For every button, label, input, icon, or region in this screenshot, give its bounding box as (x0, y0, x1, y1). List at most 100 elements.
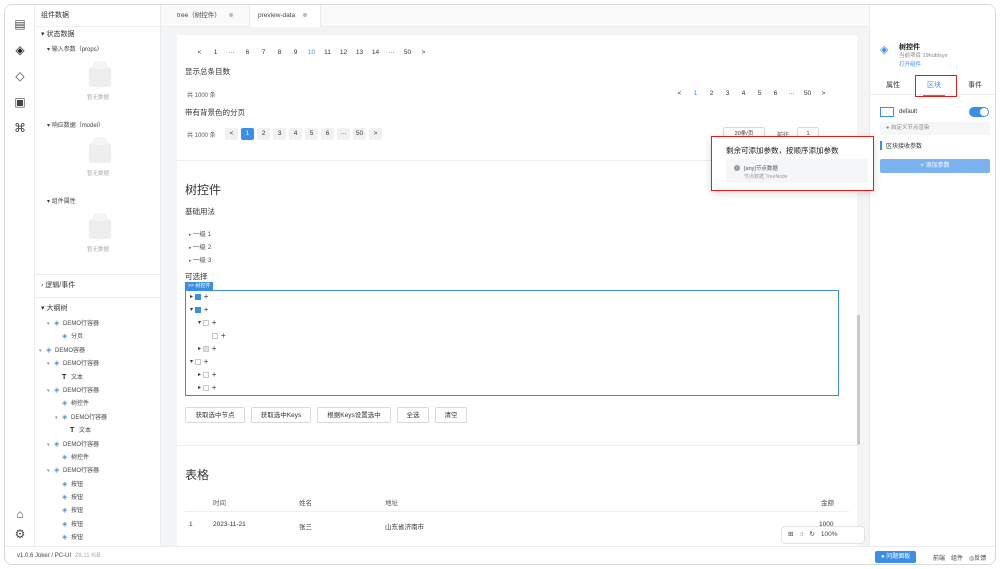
page-item[interactable]: ··· (225, 49, 238, 56)
plus-icon[interactable]: + (204, 305, 209, 314)
outline-node[interactable]: T 文本 (35, 371, 160, 384)
tree-node[interactable]: 一级 3 (189, 254, 211, 264)
caret-icon[interactable]: ▾ (47, 358, 54, 371)
plus-icon[interactable]: + (212, 344, 217, 353)
page-item[interactable]: 6 (321, 128, 334, 140)
caret-icon[interactable]: ▾ (47, 318, 54, 331)
status-frontend[interactable]: 前端 (933, 553, 945, 562)
page-icon[interactable]: ▤ (13, 17, 27, 31)
slot-toggle[interactable] (969, 107, 989, 117)
caret-icon[interactable]: ▾ (39, 345, 46, 358)
plus-icon[interactable]: + (212, 318, 217, 327)
selected-component-tag[interactable]: >> 树控件 (185, 282, 214, 290)
page-item[interactable]: 50 (801, 90, 814, 97)
checkbox[interactable] (212, 332, 218, 339)
outline-node[interactable]: ▾ ◈ DEMO行容器 (35, 384, 160, 397)
page-item[interactable]: 2 (705, 90, 718, 97)
caret-icon[interactable]: ▾ (55, 412, 62, 425)
selected-tree-component[interactable]: ▸ + ▾ + ▾ + + ▸ + ▾ + ▸ + ▸ + (185, 290, 839, 396)
caret-icon[interactable]: ▾ (47, 439, 54, 452)
tree-checkbox-row[interactable]: + (212, 331, 226, 340)
plus-icon[interactable]: + (204, 357, 209, 366)
status-feedback[interactable]: ◎反馈 (969, 553, 986, 562)
checkbox[interactable] (202, 319, 209, 326)
page-item[interactable]: 1 (209, 49, 222, 56)
outline-node[interactable]: T 文本 (35, 424, 160, 437)
page-item[interactable]: ··· (337, 128, 350, 140)
tree-checkbox-row[interactable]: ▸ + (198, 383, 216, 392)
command-icon[interactable]: ⌘ (13, 121, 27, 135)
add-param-button[interactable]: + 添加参数 (880, 159, 990, 173)
next-page-icon[interactable]: > (817, 90, 830, 97)
page-item[interactable]: 1 (241, 128, 254, 140)
page-item[interactable]: 6 (769, 90, 782, 97)
stack-icon[interactable]: ◈ (13, 43, 27, 57)
tab-properties[interactable]: 属性 (872, 77, 914, 95)
prev-page-icon[interactable]: < (225, 128, 238, 140)
tab-tree[interactable]: tree（树控件） (169, 5, 233, 27)
tree-checkbox-row[interactable]: ▾ + (190, 357, 208, 366)
home-icon[interactable]: ⌂ (13, 507, 27, 521)
outline-node[interactable]: ▾ ◈ DEMO行容器 (35, 438, 160, 451)
status-component[interactable]: 组件 (951, 553, 963, 562)
checkbox[interactable] (194, 293, 201, 300)
page-item[interactable]: 6 (241, 49, 254, 56)
zoom-level[interactable]: 100% (821, 527, 838, 543)
checkbox[interactable] (194, 306, 201, 313)
page-item[interactable]: 13 (353, 49, 366, 56)
tree-checkbox-row[interactable]: ▸ + (190, 292, 208, 301)
outline-node[interactable]: ▾ ◈ DEMO容器 (35, 344, 160, 357)
api-icon[interactable]: ▣ (13, 95, 27, 109)
checkbox[interactable] (202, 371, 209, 378)
set-checked-by-keys-button[interactable]: 根据Keys设置选中 (317, 407, 391, 423)
attrs-group[interactable]: ▾ 组件属性 (35, 195, 160, 209)
outline-node[interactable]: ◈ 树控件 (35, 397, 160, 410)
settings-gear-icon[interactable]: ⚙ (13, 527, 27, 541)
clear-button[interactable]: 清空 (435, 407, 467, 423)
open-component-link[interactable]: 打开组件 (899, 60, 921, 68)
page-item[interactable]: 5 (753, 90, 766, 97)
page-item[interactable]: 9 (289, 49, 302, 56)
outline-node[interactable]: ◈ 树控件 (35, 451, 160, 464)
page-item[interactable]: 11 (321, 49, 334, 56)
outline-node[interactable]: ▾ ◈ DEMO行容器 (35, 464, 160, 477)
layers-icon[interactable]: ◇ (13, 69, 27, 83)
model-group[interactable]: ▾ 响应数据（model） (35, 119, 160, 133)
page-item[interactable]: 50 (401, 49, 414, 56)
close-dot-icon[interactable] (228, 13, 233, 18)
page-item[interactable]: 50 (353, 128, 366, 140)
page-item[interactable]: 1 (689, 90, 702, 97)
device-icon[interactable]: ⊞ (788, 527, 793, 543)
outline-node[interactable]: ▾ ◈ DEMO行容器 (35, 317, 160, 330)
plus-icon[interactable]: + (221, 331, 226, 340)
checkbox[interactable] (202, 384, 209, 391)
plus-icon[interactable]: + (212, 383, 217, 392)
outline-node[interactable]: ◈ 分页 (35, 330, 160, 343)
get-checked-nodes-button[interactable]: 获取选中节点 (185, 407, 245, 423)
outline-node[interactable]: ▾ ◈ DEMO行容器 (35, 357, 160, 370)
outline-node[interactable]: ◈ 按钮 (35, 504, 160, 517)
page-item[interactable]: 3 (721, 90, 734, 97)
checkbox[interactable] (202, 345, 209, 352)
select-all-button[interactable]: 全选 (397, 407, 429, 423)
page-item[interactable]: 10 (305, 49, 318, 56)
param-option[interactable]: i [any]节点数据 节点数据 TreeNode (726, 159, 868, 183)
caret-icon[interactable]: ▾ (47, 465, 54, 478)
prev-page-icon[interactable]: < (193, 49, 206, 56)
page-item[interactable]: 4 (289, 128, 302, 140)
plus-icon[interactable]: + (204, 292, 209, 301)
refresh-icon[interactable]: ↻ (809, 527, 814, 543)
next-page-icon[interactable]: > (417, 49, 430, 56)
page-item[interactable]: 2 (257, 128, 270, 140)
logic-events-section[interactable]: › 逻辑/事件 (35, 278, 160, 294)
page-item[interactable]: 8 (273, 49, 286, 56)
tree-checkbox-row[interactable]: ▸ + (198, 370, 216, 379)
page-item[interactable]: 3 (273, 128, 286, 140)
tree-node[interactable]: 一级 1 (189, 228, 211, 238)
hand-icon[interactable]: ☝ (799, 527, 803, 543)
outline-node[interactable]: ◈ 按钮 (35, 518, 160, 531)
outline-section[interactable]: ▾ 大纲树 (35, 301, 160, 317)
outline-node[interactable]: ◈ 按钮 (35, 478, 160, 491)
prev-page-icon[interactable]: < (673, 90, 686, 97)
page-item[interactable]: ··· (785, 90, 798, 97)
